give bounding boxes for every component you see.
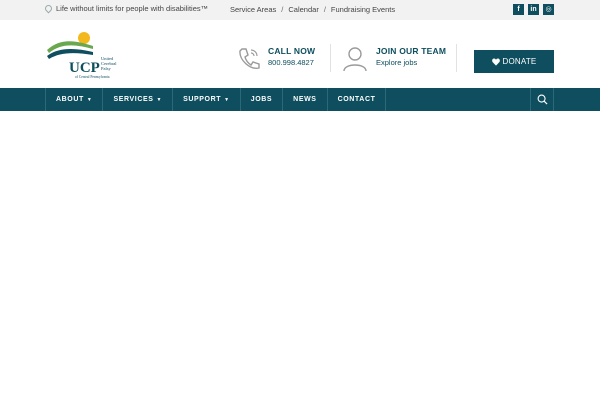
search-button[interactable] (530, 88, 554, 111)
facebook-icon[interactable]: f (513, 4, 524, 15)
nav-item-contact[interactable]: CONTACT (326, 88, 387, 111)
join-team-block[interactable]: JOIN OUR TEAM Explore jobs (342, 46, 446, 72)
top-utility-bar: Life without limits for people with disa… (0, 0, 600, 20)
link-fundraising-events[interactable]: Fundraising Events (331, 5, 395, 14)
logo-line3: Palsy (101, 66, 112, 71)
header-divider (330, 44, 331, 72)
explore-jobs-link[interactable]: Explore jobs (376, 58, 446, 67)
donate-button[interactable]: DONATE (474, 50, 554, 73)
ucp-logo[interactable]: UCP United Cerebral Palsy of Central Pen… (45, 30, 135, 80)
call-now-block[interactable]: CALL NOW 800.998.4827 (236, 46, 315, 72)
search-icon (537, 94, 548, 105)
nav-item-services[interactable]: SERVICES ▼ (102, 88, 172, 111)
social-links: f in ◎ (513, 4, 554, 15)
nav-item-jobs[interactable]: JOBS (239, 88, 282, 111)
donate-label: DONATE (502, 57, 537, 66)
user-icon (343, 47, 367, 72)
location-pin-icon (43, 3, 54, 14)
chevron-down-icon: ▼ (224, 96, 230, 103)
heart-icon (491, 58, 500, 66)
site-header: UCP United Cerebral Palsy of Central Pen… (0, 20, 600, 88)
header-divider (456, 44, 457, 72)
chevron-down-icon: ▼ (156, 96, 163, 103)
call-now-number[interactable]: 800.998.4827 (268, 58, 315, 67)
nav-item-support[interactable]: SUPPORT ▼ (172, 88, 240, 111)
logo-mark: UCP (69, 60, 100, 76)
main-navigation: ABOUT ▼ SERVICES ▼ SUPPORT ▼ JOBS NEWS C… (0, 88, 600, 111)
nav-item-about[interactable]: ABOUT ▼ (45, 88, 102, 111)
utility-links: Service Areas / Calendar / Fundraising E… (230, 5, 396, 14)
phone-icon (239, 48, 260, 69)
link-calendar[interactable]: Calendar (288, 5, 318, 14)
call-now-title: CALL NOW (268, 46, 316, 56)
join-team-title: JOIN OUR TEAM (376, 46, 447, 56)
link-service-areas[interactable]: Service Areas (230, 5, 276, 14)
chevron-down-icon: ▼ (86, 96, 93, 103)
instagram-icon[interactable]: ◎ (543, 4, 554, 15)
logo-sub: of Central Pennsylvania (75, 75, 110, 79)
main-content-area (0, 111, 600, 400)
tagline-text: Life without limits for people with disa… (56, 4, 209, 13)
linkedin-icon[interactable]: in (528, 4, 539, 15)
tagline: Life without limits for people with disa… (43, 3, 209, 14)
nav-item-news[interactable]: NEWS (282, 88, 326, 111)
